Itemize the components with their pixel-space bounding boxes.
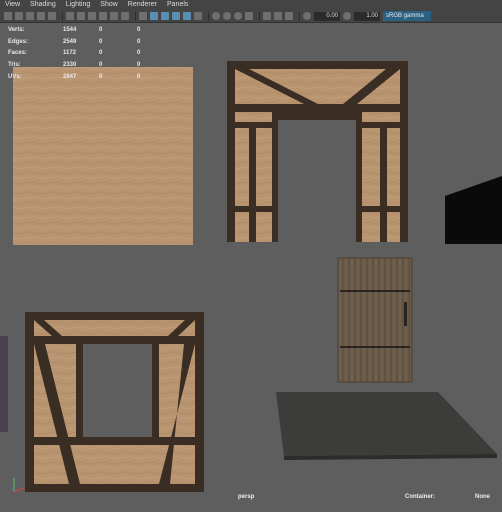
poly-count-hud: Verts: 1544 0 0 Edges: 2549 0 0 Faces: 1… bbox=[8, 24, 157, 82]
menu-panels[interactable]: Panels bbox=[162, 0, 193, 10]
timber-window-wall[interactable] bbox=[25, 312, 204, 492]
panel-menu-bar: View Shading Lighting Show Renderer Pane… bbox=[0, 0, 502, 10]
view-axis-gizmo bbox=[9, 478, 25, 493]
image-plane-icon[interactable] bbox=[37, 12, 45, 20]
grid-icon[interactable] bbox=[66, 12, 74, 20]
ambient-occlusion-icon[interactable] bbox=[212, 12, 220, 20]
viewport-3d[interactable] bbox=[0, 24, 502, 502]
hud-row-tris: Tris: 2330 0 0 bbox=[8, 61, 141, 68]
field-chart-icon[interactable] bbox=[110, 12, 118, 20]
gamma-field[interactable]: 1.00 bbox=[354, 11, 380, 21]
color-space-dropdown[interactable]: sRGB gamma bbox=[383, 11, 431, 21]
panel-toolbar: 0.00 1.00 sRGB gamma bbox=[0, 10, 502, 23]
select-camera-icon[interactable] bbox=[4, 12, 12, 20]
toolbar-divider bbox=[299, 11, 300, 21]
gate-mask-icon[interactable] bbox=[99, 12, 107, 20]
container-value: None bbox=[475, 494, 490, 500]
timber-doorway-wall[interactable] bbox=[227, 61, 408, 242]
exposure-icon[interactable] bbox=[303, 12, 311, 20]
hud-row-faces: Faces: 1172 0 0 bbox=[8, 50, 141, 57]
smooth-shade-icon[interactable] bbox=[150, 12, 158, 20]
use-all-lights-icon[interactable] bbox=[183, 12, 191, 20]
wooden-door[interactable] bbox=[337, 257, 413, 383]
exposure-field[interactable]: 0.00 bbox=[314, 11, 340, 21]
bookmark-icon[interactable] bbox=[26, 12, 34, 20]
floor-plane[interactable] bbox=[276, 392, 497, 456]
safe-action-icon[interactable] bbox=[121, 12, 129, 20]
wireframe-icon[interactable] bbox=[139, 12, 147, 20]
multisample-icon[interactable] bbox=[234, 12, 242, 20]
menu-show[interactable]: Show bbox=[95, 0, 123, 10]
hud-row-edges: Edges: 2549 0 0 bbox=[8, 38, 141, 45]
menu-view[interactable]: View bbox=[0, 0, 25, 10]
gamma-icon[interactable] bbox=[343, 12, 351, 20]
camera-attributes-icon[interactable] bbox=[15, 12, 23, 20]
plaster-wall-plane[interactable] bbox=[13, 67, 193, 245]
xray-components-icon[interactable] bbox=[285, 12, 293, 20]
motion-blur-icon[interactable] bbox=[223, 12, 231, 20]
xray-icon[interactable] bbox=[263, 12, 271, 20]
isolate-select-icon[interactable] bbox=[245, 12, 253, 20]
dark-wall-fragment[interactable] bbox=[445, 176, 502, 244]
wireframe-on-shaded-icon[interactable] bbox=[161, 12, 169, 20]
menu-lighting[interactable]: Lighting bbox=[61, 0, 96, 10]
film-gate-icon[interactable] bbox=[77, 12, 85, 20]
offscreen-object-fragment[interactable] bbox=[0, 336, 8, 432]
shadows-icon[interactable] bbox=[194, 12, 202, 20]
toolbar-divider bbox=[135, 11, 136, 21]
menu-renderer[interactable]: Renderer bbox=[123, 0, 162, 10]
hud-row-verts: Verts: 1544 0 0 bbox=[8, 26, 141, 33]
container-label: Container: bbox=[405, 494, 435, 500]
xray-joints-icon[interactable] bbox=[274, 12, 282, 20]
menu-shading[interactable]: Shading bbox=[25, 0, 61, 10]
toolbar-divider bbox=[62, 11, 63, 21]
toolbar-divider bbox=[208, 11, 209, 21]
textured-icon[interactable] bbox=[172, 12, 180, 20]
camera-name-label: persp bbox=[238, 494, 255, 500]
toolbar-divider bbox=[259, 11, 260, 21]
hud-row-uvs: UVs: 2847 0 0 bbox=[8, 73, 141, 80]
resolution-gate-icon[interactable] bbox=[88, 12, 96, 20]
2d-pan-zoom-icon[interactable] bbox=[48, 12, 56, 20]
